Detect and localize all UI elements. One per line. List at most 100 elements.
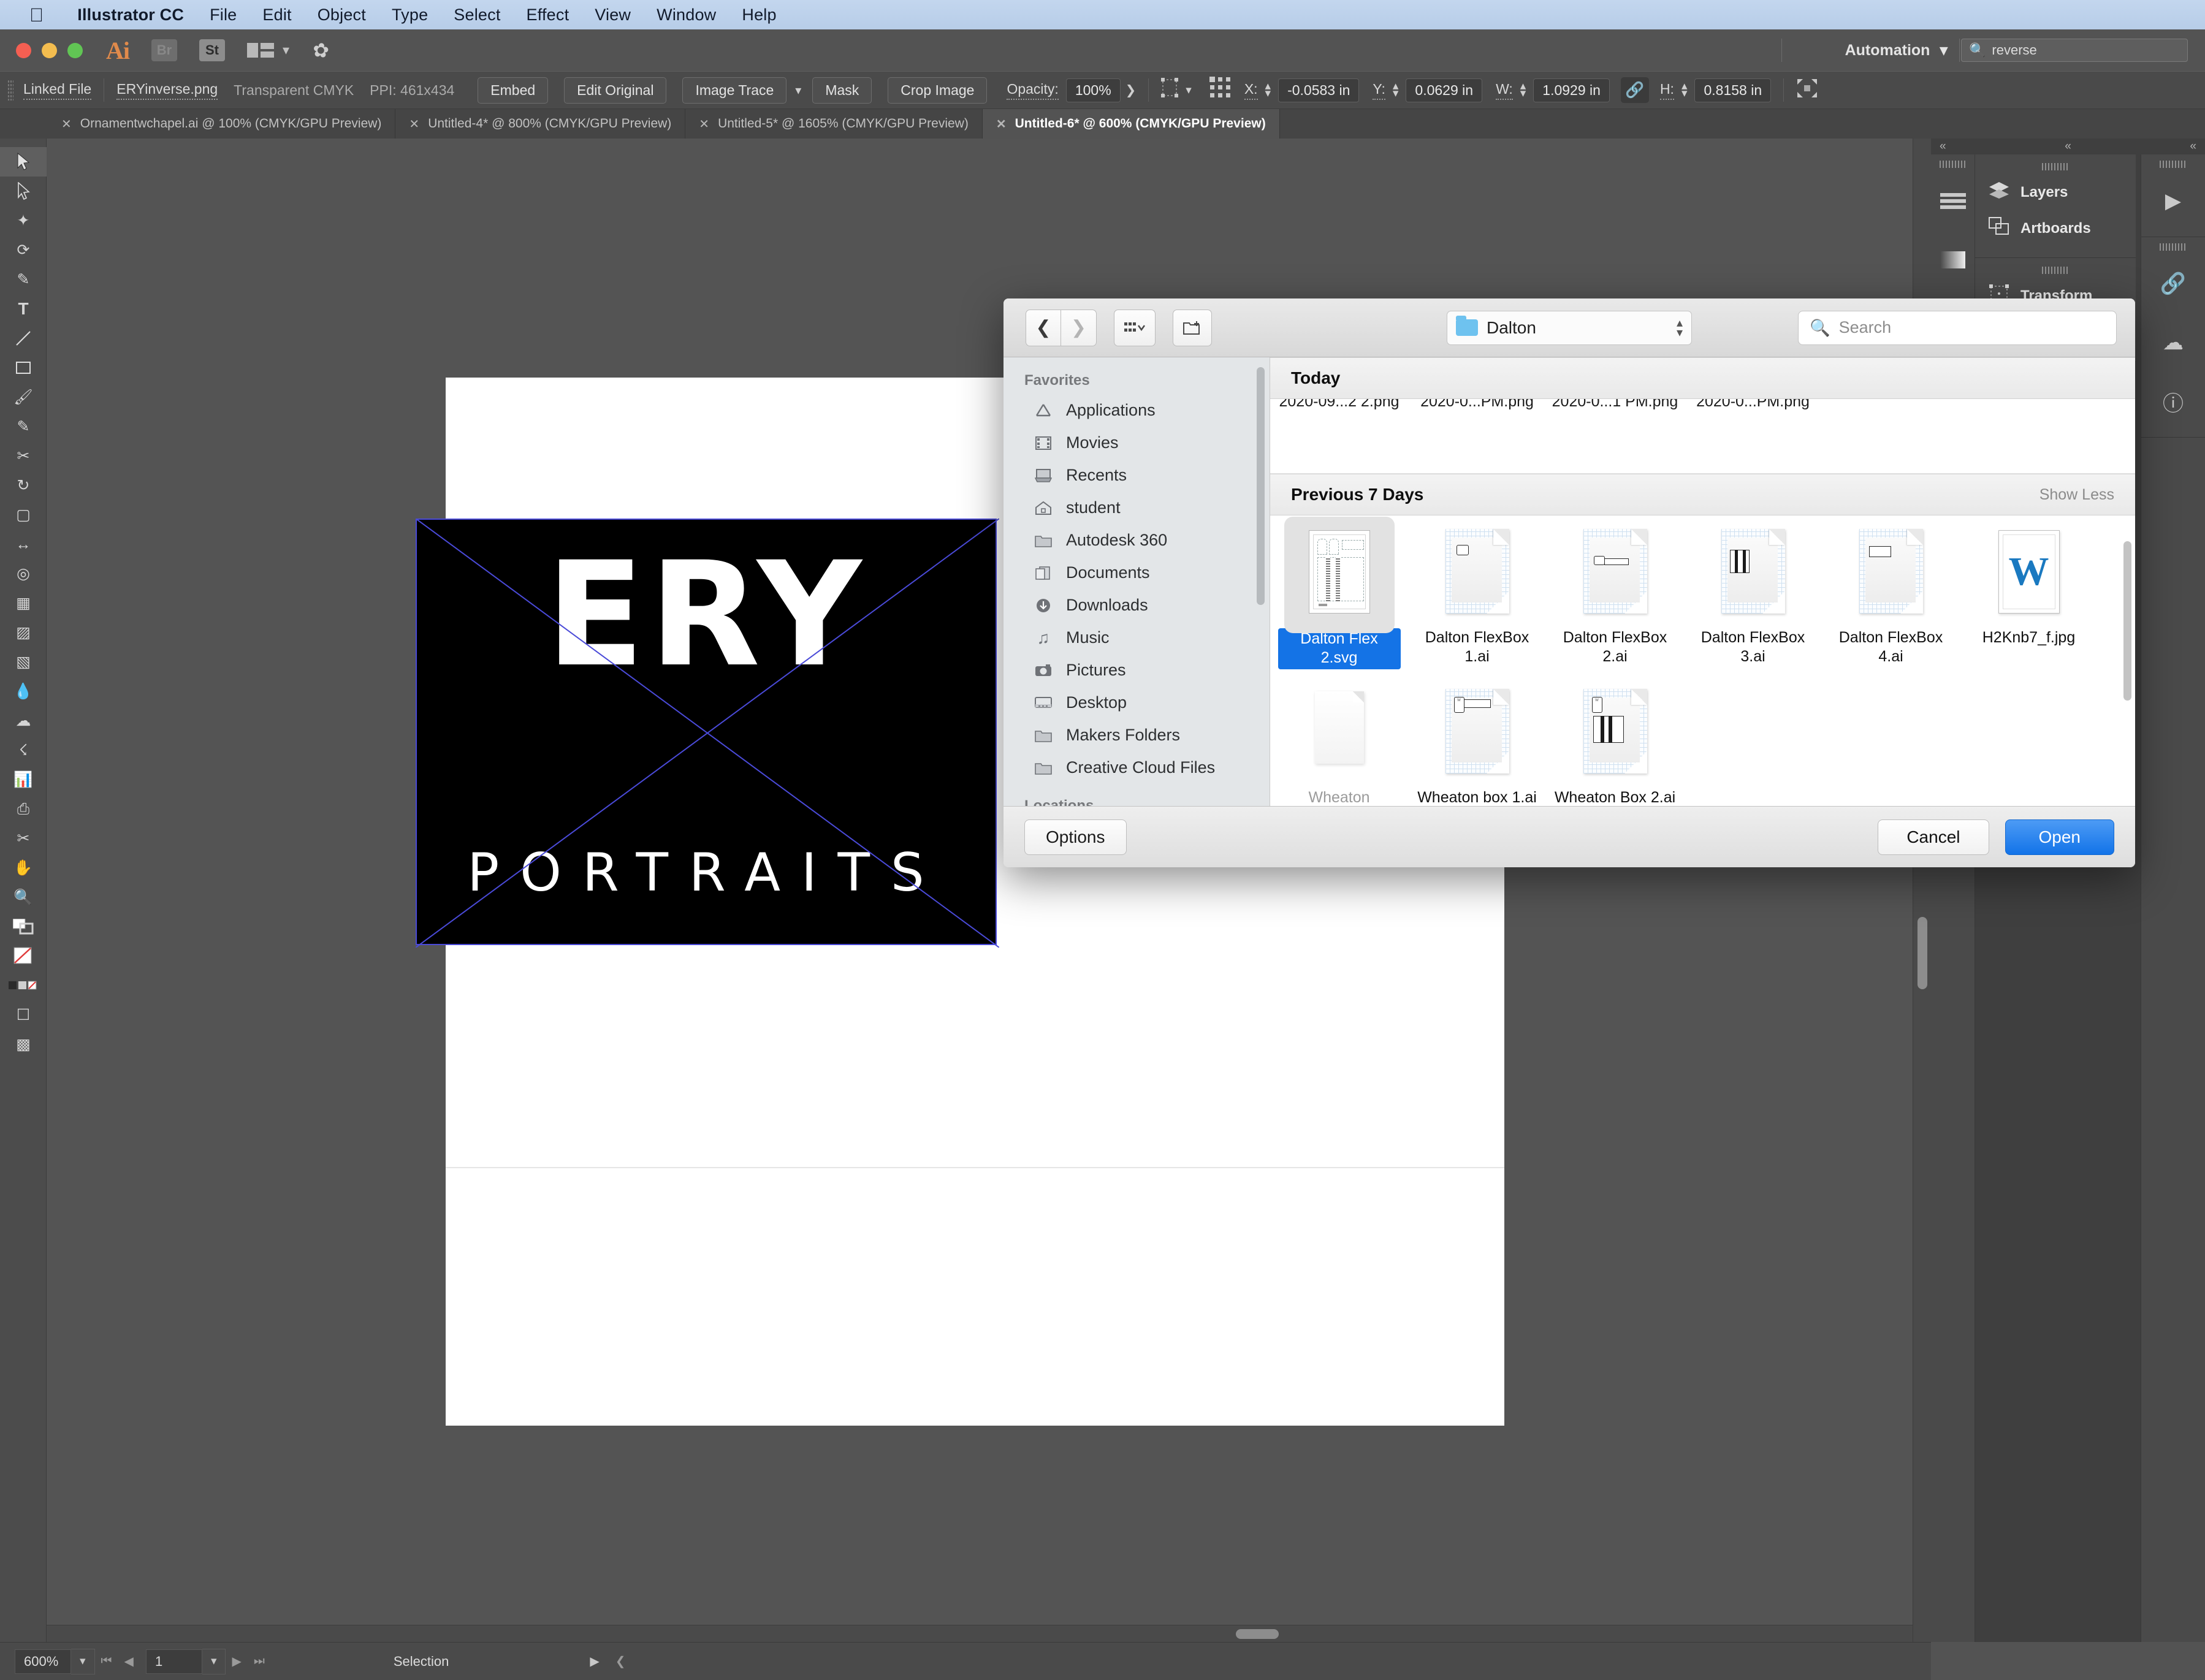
sidebar-item-pictures[interactable]: Pictures [1003, 654, 1270, 686]
tool-direct-selection-icon[interactable] [0, 177, 47, 206]
maximize-window-button[interactable] [67, 42, 83, 58]
bridge-icon[interactable]: Br [151, 39, 177, 61]
file-name[interactable]: Dalton FlexBox 3.ai [1692, 628, 1815, 667]
next-artboard-icon[interactable]: ▶ [226, 1654, 247, 1669]
tool-magic-wand-icon[interactable]: ✦ [0, 206, 47, 235]
menu-help[interactable]: Help [729, 6, 789, 25]
panel-tab-layers[interactable]: Layers [1975, 174, 2136, 210]
tool-lasso-icon[interactable]: ⟳ [0, 235, 47, 265]
panel-icon-column-right[interactable]: ▶ 🔗 ☁ ⓘ [2141, 154, 2205, 1642]
file-name[interactable]: 2020-0...PM.png [1408, 399, 1546, 411]
tool-artboard-icon[interactable]: ⎙ [0, 794, 47, 824]
tool-screen-mode-icon[interactable]: ☐ [0, 1000, 47, 1030]
tool-pencil-icon[interactable]: ✎ [0, 412, 47, 441]
dialog-sidebar[interactable]: Favorites Applications Movies Recents st… [1003, 357, 1270, 806]
chevron-down-icon[interactable]: ▾ [283, 42, 289, 58]
properties-icon[interactable] [1931, 172, 1975, 230]
tool-rectangle-icon[interactable] [0, 353, 47, 382]
sidebar-item-music[interactable]: ♫ Music [1003, 621, 1270, 654]
tab-untitled-4[interactable]: ✕ Untitled-4* @ 800% (CMYK/GPU Preview) [395, 109, 686, 139]
panel-grip[interactable] [2042, 267, 2069, 274]
file-name[interactable]: Dalton FlexBox 4.ai [1830, 628, 1952, 667]
creative-cloud-icon[interactable]: ☁ [2141, 313, 2205, 372]
close-window-button[interactable] [16, 42, 31, 58]
tool-perspective-grid-icon[interactable]: ▦ [0, 588, 47, 618]
chevron-down-icon[interactable]: ▾ [1186, 83, 1192, 97]
sidebar-item-student[interactable]: student [1003, 492, 1270, 524]
previous-artboard-icon[interactable]: ◀ [118, 1654, 140, 1669]
panel-grip[interactable] [2160, 243, 2187, 251]
tool-hand-icon[interactable]: ✋ [0, 853, 47, 883]
x-value[interactable]: -0.0583 in [1278, 78, 1360, 102]
w-stepper[interactable]: ▴ ▾ [1518, 80, 1529, 99]
menu-object[interactable]: Object [305, 6, 379, 25]
link-status-label[interactable]: Linked File [23, 81, 92, 100]
tool-shape-builder-icon[interactable]: ◎ [0, 559, 47, 588]
close-icon[interactable]: ✕ [409, 116, 419, 132]
first-artboard-icon[interactable]: ⏮ [95, 1654, 118, 1668]
sidebar-item-applications[interactable]: Applications [1003, 394, 1270, 427]
zoom-level-field[interactable]: 600% [15, 1649, 71, 1674]
sidebar-scrollbar-thumb[interactable] [1257, 367, 1265, 605]
search-adobe-stock-field[interactable]: 🔍 reverse [1961, 39, 2188, 62]
file-name[interactable]: Dalton FlexBox 2.ai [1554, 628, 1677, 667]
file-list-scrollbar-thumb[interactable] [2123, 541, 2131, 701]
tools-palette[interactable]: ✦ ⟳ ✎ T 🖌 ✎ ✂ ↻ ▢ ↔ ◎ ▦ ▨ ▧ 💧 ☁ ☇ 📊 ⎙ ✂ … [0, 139, 47, 1642]
image-trace-button[interactable]: Image Trace [682, 77, 787, 104]
canvas-horizontal-scrollbar[interactable] [47, 1625, 1913, 1642]
tool-rotate-icon[interactable]: ↻ [0, 471, 47, 500]
tool-eyedropper-icon[interactable]: 💧 [0, 677, 47, 706]
menu-view[interactable]: View [582, 6, 644, 25]
menu-effect[interactable]: Effect [514, 6, 582, 25]
menu-app-name[interactable]: Illustrator CC [64, 6, 197, 25]
file-name[interactable]: Dalton Flex 2.svg [1278, 628, 1401, 669]
file-item-wheaton[interactable]: Wheaton [1270, 689, 1408, 807]
reference-point-icon[interactable] [1209, 76, 1233, 104]
file-name[interactable]: Wheaton Box 2.ai [1555, 788, 1675, 807]
fill-stroke-swatches[interactable] [0, 912, 47, 941]
gradient-icon[interactable] [1931, 230, 1975, 289]
file-item-dalton-flexbox-1[interactable]: Dalton FlexBox 1.ai [1408, 529, 1546, 669]
minimize-window-button[interactable] [42, 42, 57, 58]
sidebar-item-autodesk-360[interactable]: Autodesk 360 [1003, 524, 1270, 557]
h-stepper[interactable]: ▴ ▾ [1679, 80, 1690, 99]
tool-mesh-icon[interactable]: ▨ [0, 618, 47, 647]
tool-gradient-icon[interactable]: ▧ [0, 647, 47, 677]
status-menu-icon[interactable]: ▶ [590, 1654, 599, 1669]
opacity-expand-icon[interactable]: ❯ [1125, 83, 1137, 98]
open-file-dialog[interactable]: ❮ ❯ Dalton ▴ ▾ 🔍 Search Favorites Applic… [1003, 298, 2135, 867]
tool-symbol-sprayer-icon[interactable]: ☇ [0, 735, 47, 765]
view-options-icon[interactable] [1114, 309, 1156, 346]
panel-grip[interactable] [1939, 161, 1967, 168]
x-stepper[interactable]: ▴ ▾ [1263, 80, 1274, 99]
sidebar-item-movies[interactable]: Movies [1003, 427, 1270, 459]
last-artboard-icon[interactable]: ⏭ [248, 1654, 271, 1668]
back-icon[interactable]: ❮ [1026, 309, 1061, 346]
sidebar-item-makers-folders[interactable]: Makers Folders [1003, 719, 1270, 751]
close-icon[interactable]: ✕ [61, 116, 72, 132]
menu-file[interactable]: File [197, 6, 249, 25]
mask-button[interactable]: Mask [812, 77, 872, 104]
selection-bounding-box[interactable] [416, 519, 999, 948]
menu-type[interactable]: Type [379, 6, 441, 25]
tool-eraser-icon[interactable]: ✂ [0, 441, 47, 471]
tool-paintbrush-icon[interactable]: 🖌 [0, 382, 47, 412]
opacity-value[interactable]: 100% [1065, 78, 1121, 102]
sidebar-item-recents[interactable]: Recents [1003, 459, 1270, 492]
document-info-icon[interactable]: ⓘ [2141, 372, 2205, 431]
tool-selection-icon[interactable] [0, 147, 47, 177]
status-resize-icon[interactable]: ❮ [615, 1654, 626, 1669]
collapse-panels-icon[interactable]: « [2190, 140, 2196, 153]
linked-file-name[interactable]: ERYinverse.png [116, 81, 218, 100]
play-icon[interactable]: ▶ [2141, 172, 2205, 230]
y-stepper[interactable]: ▴ ▾ [1390, 80, 1401, 99]
menu-edit[interactable]: Edit [249, 6, 304, 25]
cancel-button[interactable]: Cancel [1878, 819, 1989, 855]
file-item-dalton-flexbox-4[interactable]: Dalton FlexBox 4.ai [1822, 529, 1960, 669]
file-name[interactable]: 2020-09...2 2.png [1270, 399, 1408, 411]
crop-image-button[interactable]: Crop Image [888, 77, 988, 104]
file-name[interactable]: Wheaton box 1.ai [1417, 788, 1537, 807]
none-color-icon[interactable] [0, 941, 47, 971]
apple-menu-icon[interactable]:  [29, 6, 44, 25]
artboard-number-field[interactable]: 1 [145, 1649, 202, 1674]
